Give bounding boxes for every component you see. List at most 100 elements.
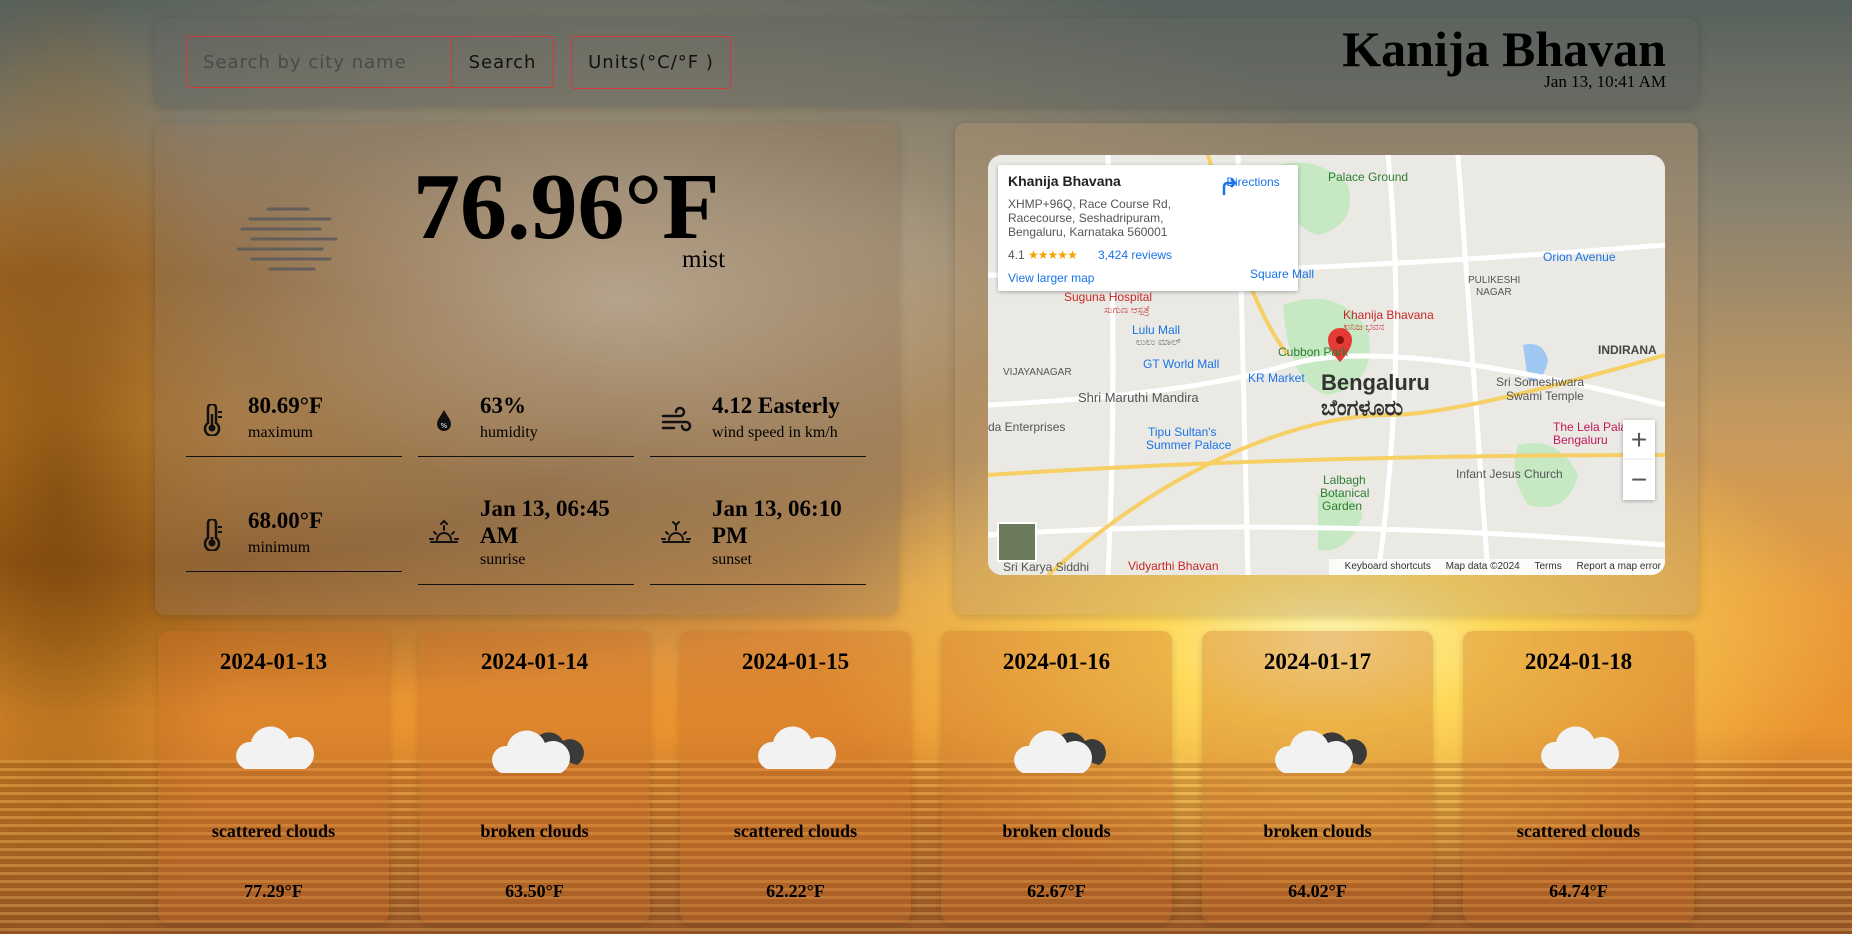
search-button[interactable]: Search [451,37,553,87]
forecast-temperature: 64.74°F [1549,881,1608,901]
map-label: Square Mall [1250,267,1315,281]
map-label: Orion Avenue [1543,250,1616,264]
map-label: Botanical [1320,486,1370,500]
search-input[interactable] [187,37,451,87]
map-label: ಸುಗುಣ ಆಸ್ಪತ್ರೆ [1104,305,1150,316]
map-label: Suguna Hospital [1064,290,1153,304]
map-label: KR Market [1248,371,1305,385]
map-city-label: ಬೆಂಗಳೂರು [1321,395,1404,420]
forecast-card: 2024-01-17 broken clouds 64.02°F [1202,631,1433,923]
broken-clouds-icon [1275,730,1367,773]
forecast-date: 2024-01-16 [1002,649,1111,674]
stat-value: Jan 13, 06:10 PM [712,496,842,548]
map-label: Sri Karya Siddhi [1003,560,1090,574]
sunrise-icon [429,519,459,543]
map-data-text: Map data ©2024 [1445,561,1520,572]
units-toggle-button[interactable]: Units(°C/°F ) [571,36,731,89]
stat-label: maximum [248,424,313,441]
forecast-card: 2024-01-16 broken clouds 62.67°F [941,631,1172,923]
forecast-temperature: 64.02°F [1288,881,1347,901]
map-zoom-in-button[interactable]: + [1623,420,1655,460]
map-label: Tipu Sultan's [1148,425,1217,439]
forecast-description: scattered clouds [211,821,336,841]
forecast-card: 2024-01-14 broken clouds 63.50°F [419,631,650,923]
forecast-card: 2024-01-18 scattered clouds 64.74°F [1463,631,1694,923]
top-bar: Search Units(°C/°F ) Kanija Bhavan Jan 1… [155,18,1698,106]
map-footer: Keyboard shortcuts Map data ©2024 Terms … [1328,559,1665,575]
humidity-drop-icon: % [437,410,451,431]
forecast-date: 2024-01-14 [480,649,589,674]
stat-max-temp: 80.69°F maximum [186,386,402,457]
broken-clouds-icon [1014,730,1106,773]
terms-link[interactable]: Terms [1535,561,1562,572]
forecast-date: 2024-01-18 [1524,649,1633,674]
map-label: Bengaluru [1553,433,1608,447]
forecast-card: 2024-01-13 scattered clouds 77.29°F [158,631,389,923]
place-rating: 4.1 ★★★★★ [1008,248,1078,262]
mist-icon [236,207,338,271]
view-larger-map-link[interactable]: View larger map [1008,271,1094,285]
forecast-description: broken clouds [480,821,589,841]
sunset-icon [661,521,691,543]
forecast-description: scattered clouds [1516,821,1641,841]
city-name: Kanija Bhavan [1342,21,1666,77]
map-label: Cubbon Park [1278,345,1349,359]
map-label: ಲುಲು ಮಾಲ್ [1136,337,1181,348]
search-form: Search [186,36,554,88]
map-label: Garden [1322,499,1363,513]
rating-stars-icon: ★★★★★ [1028,248,1078,262]
stat-label: sunset [712,551,752,568]
scattered-clouds-icon [758,726,836,769]
embedded-map[interactable]: Khanija Bhavana XHMP+96Q, Race Course Rd… [988,155,1665,575]
forecast-description: broken clouds [1263,821,1372,841]
thermometer-icon [203,404,222,436]
directions-icon [1222,178,1237,195]
place-name: Khanija Bhavana [1008,173,1121,189]
directions-button[interactable]: Directions [1218,175,1288,195]
map-zoom-out-button[interactable]: − [1623,460,1655,500]
report-map-error-link[interactable]: Report a map error [1577,561,1661,572]
map-label: VIJAYANAGAR [1003,367,1072,378]
stat-sunrise: Jan 13, 06:45 AM sunrise [418,488,634,585]
map-label: Lulu Mall [1132,323,1181,337]
map-label: Shri Maruthi Mandira [1078,390,1199,405]
stat-wind: 4.12 Easterly wind speed in km/h [650,386,866,457]
forecast-date: 2024-01-17 [1263,649,1372,674]
map-label: INDIRANA [1598,343,1657,357]
map-label: da Enterprises [988,420,1066,434]
forecast-temperature: 62.67°F [1027,881,1086,901]
forecast-card: 2024-01-15 scattered clouds 62.22°F [680,631,911,923]
stat-value: 68.00°F [248,508,323,533]
local-datetime: Jan 13, 10:41 AM [1544,72,1666,91]
scattered-clouds-icon [1541,726,1619,769]
forecast-description: broken clouds [1002,821,1111,841]
keyboard-shortcuts-link[interactable]: Keyboard shortcuts [1345,561,1431,572]
map-label: Vidyarthi Bhavan [1128,559,1219,573]
forecast-temperature: 63.50°F [505,881,564,901]
forecast-temperature: 62.22°F [766,881,825,901]
reviews-link[interactable]: 3,424 reviews [1098,248,1172,262]
stat-label: minimum [248,539,311,556]
forecast-temperature: 77.29°F [244,881,303,901]
forecast-date: 2024-01-13 [219,649,328,674]
map-label: Sri Someshwara [1496,375,1585,389]
stat-value: 80.69°F [248,393,323,418]
map-label: PULIKESHI [1468,275,1521,286]
map-label: GT World Mall [1143,357,1220,371]
stat-label: wind speed in km/h [712,424,838,441]
stat-value: 63% [480,393,526,418]
broken-clouds-icon [492,730,584,773]
current-temperature: 76.96°F [413,155,720,259]
map-label: Summer Palace [1146,438,1232,452]
map-label: Swami Temple [1506,389,1584,403]
map-city-label: Bengaluru [1321,370,1430,395]
current-weather-card: 76.96°F mist 80.69°F maximum % 63% humid… [155,123,898,615]
place-address: XHMP+96Q, Race Course Rd, Racecourse, Se… [1008,197,1172,239]
stat-sunset: Jan 13, 06:10 PM sunset [650,488,866,585]
map-label: Palace Ground [1328,170,1409,184]
stat-value: Jan 13, 06:45 AM [480,496,610,548]
stat-label: humidity [480,424,538,441]
weather-description: mist [682,246,726,273]
stat-min-temp: 68.00°F minimum [186,501,402,572]
thermometer-icon [203,519,222,551]
